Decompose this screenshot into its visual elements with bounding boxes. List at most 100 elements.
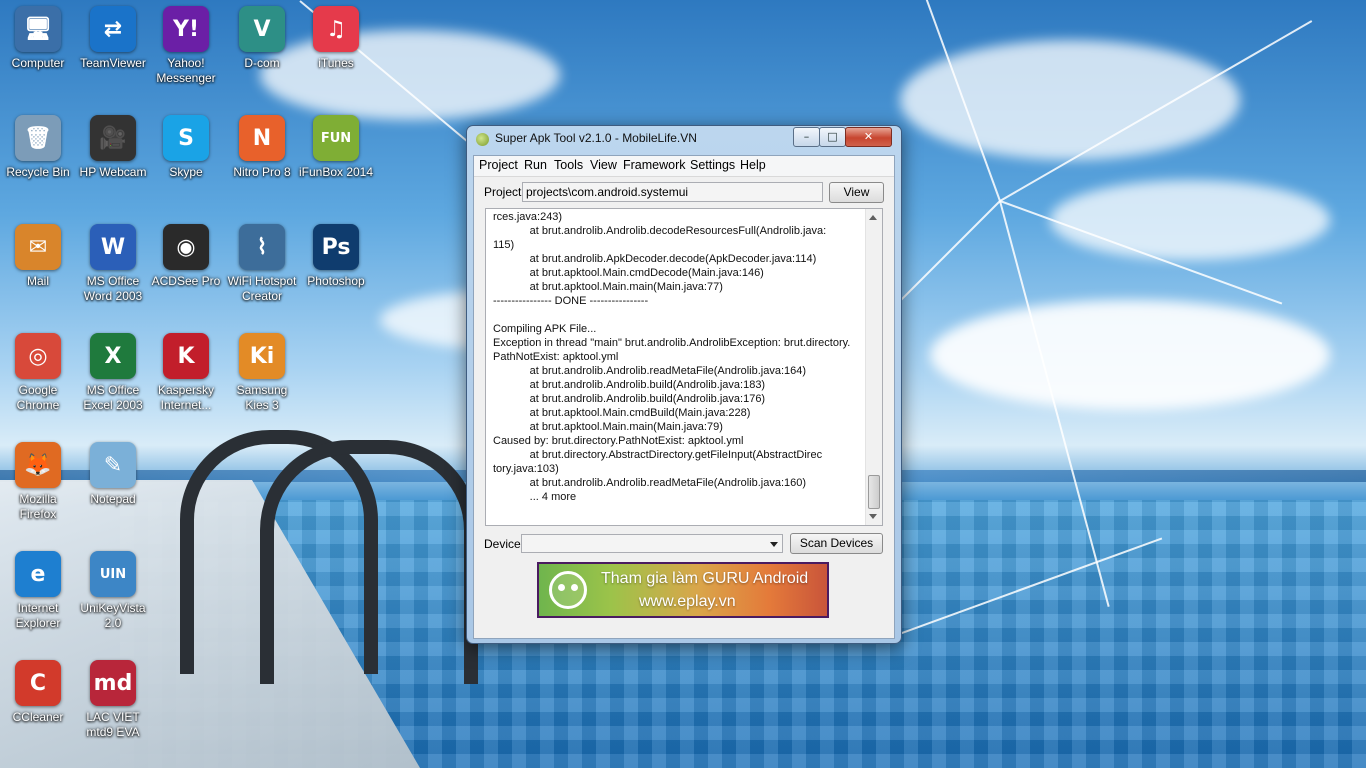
log-line: at brut.apktool.Main.cmdBuild(Main.java:…: [493, 407, 751, 419]
menu-project[interactable]: Project: [479, 158, 518, 172]
maximize-button[interactable]: □: [819, 127, 846, 147]
desktop-icon[interactable]: C CCleaner: [0, 660, 76, 725]
device-select[interactable]: [521, 534, 783, 553]
banner-headline: Tham gia làm GURU Android: [601, 570, 809, 587]
desktop-icon[interactable]: V D-com: [224, 6, 300, 71]
log-line: at brut.androlib.Androlib.build(Androlib…: [493, 379, 766, 391]
excel-icon: X: [90, 333, 136, 379]
android-mascot-icon: [549, 571, 587, 609]
log-line: at brut.androlib.Androlib.readMetaFile(A…: [493, 477, 807, 489]
desktop-icon[interactable]: e Internet Explorer: [0, 551, 76, 631]
desktop-icon-label: Nitro Pro 8: [233, 165, 291, 179]
desktop-icon-label: Google Chrome: [16, 383, 60, 412]
device-label: Device: [484, 537, 521, 551]
desktop-icon-label: Computer: [11, 56, 65, 70]
desktop-icon[interactable]: ◉ ACDSee Pro: [148, 224, 224, 289]
desktop-icon[interactable]: md LAC VIET mtd9 EVA: [75, 660, 151, 740]
app-icon: [476, 133, 489, 146]
desktop-icon[interactable]: 🦊 Mozilla Firefox: [0, 442, 76, 522]
desktop-icon-label: MS Office Excel 2003: [83, 383, 143, 412]
desktop-icon[interactable]: Ki Samsung Kies 3: [224, 333, 300, 413]
scroll-up-icon[interactable]: [869, 215, 877, 220]
desktop-icon-label: Internet Explorer: [15, 601, 61, 630]
desktop-icon-label: Skype: [169, 165, 203, 179]
desktop-icon[interactable]: 🖥 Computer: [0, 6, 76, 71]
itunes-icon: ♫: [313, 6, 359, 52]
menu-help[interactable]: Help: [740, 158, 766, 172]
menu-framework[interactable]: Framework: [623, 158, 686, 172]
window-title: Super Apk Tool v2.1.0 - MobileLife.VN: [495, 131, 697, 145]
skype-icon: S: [163, 115, 209, 161]
desktop-icon[interactable]: N Nitro Pro 8: [224, 115, 300, 180]
project-path-field[interactable]: projects\com.android.systemui: [522, 182, 823, 202]
teamviewer-icon: ⇄: [90, 6, 136, 52]
log-line: at brut.apktool.Main.main(Main.java:79): [493, 421, 723, 433]
desktop-icon-label: D-com: [244, 56, 280, 70]
log-line: Caused by: brut.directory.PathNotExist: …: [493, 435, 744, 447]
word-icon: W: [90, 224, 136, 270]
desktop-icon[interactable]: 🗑 Recycle Bin: [0, 115, 76, 180]
log-line: at brut.androlib.Androlib.readMetaFile(A…: [493, 365, 807, 377]
desktop-icon[interactable]: 🎥 HP Webcam: [75, 115, 151, 180]
scroll-down-icon[interactable]: [869, 514, 877, 519]
menu-run[interactable]: Run: [524, 158, 547, 172]
ccleaner-icon: C: [15, 660, 61, 706]
window-titlebar[interactable]: Super Apk Tool v2.1.0 - MobileLife.VN – …: [467, 126, 901, 152]
kies-icon: Ki: [239, 333, 285, 379]
chevron-down-icon: [770, 542, 778, 547]
desktop-icon[interactable]: Ps Photoshop: [298, 224, 374, 289]
log-line: at brut.apktool.Main.main(Main.java:77): [493, 281, 723, 293]
desktop-icon[interactable]: X MS Office Excel 2003: [75, 333, 151, 413]
wifi-hotspot-icon: ⌇: [239, 224, 285, 270]
desktop-icon[interactable]: Y! Yahoo! Messenger: [148, 6, 224, 86]
desktop-icon-label: Kaspersky Internet...: [157, 383, 215, 412]
log-line: ... 4 more: [493, 491, 577, 503]
desktop-icon-label: ACDSee Pro: [151, 274, 221, 288]
log-line: 115): [493, 239, 515, 251]
firefox-icon: 🦊: [15, 442, 61, 488]
advert-banner[interactable]: Tham gia làm GURU Android www.eplay.vn: [537, 562, 829, 618]
log-output[interactable]: rces.java:243) at brut.androlib.Androlib…: [485, 208, 883, 526]
log-scrollbar[interactable]: [865, 209, 882, 525]
menu-view[interactable]: View: [590, 158, 617, 172]
recycle-bin-icon: 🗑: [15, 115, 61, 161]
menu-settings[interactable]: Settings: [690, 158, 735, 172]
desktop-icon-label: Yahoo! Messenger: [156, 56, 216, 85]
desktop-icon[interactable]: ✎ Notepad: [75, 442, 151, 507]
desktop-icon[interactable]: ♫ iTunes: [298, 6, 374, 71]
desktop-icon[interactable]: ⇄ TeamViewer: [75, 6, 151, 71]
desktop-icon-label: MS Office Word 2003: [83, 274, 143, 303]
log-text: rces.java:243) at brut.androlib.Androlib…: [493, 210, 861, 504]
desktop-icon[interactable]: W MS Office Word 2003: [75, 224, 151, 304]
desktop-icon[interactable]: K Kaspersky Internet...: [148, 333, 224, 413]
computer-icon: 🖥: [15, 6, 61, 52]
desktop-icon[interactable]: ✉ Mail: [0, 224, 76, 289]
desktop-icon-label: iFunBox 2014: [298, 165, 374, 179]
desktop-icon-label: Mozilla Firefox: [19, 492, 57, 521]
desktop-icon[interactable]: S Skype: [148, 115, 224, 180]
banner-url: www.eplay.vn: [639, 593, 736, 610]
project-label: Project: [484, 185, 522, 199]
scan-devices-button[interactable]: Scan Devices: [790, 533, 883, 554]
desktop-icon-label: CCleaner: [12, 710, 64, 724]
chrome-icon: ◎: [15, 333, 61, 379]
scroll-thumb[interactable]: [868, 475, 880, 509]
desktop-icon[interactable]: UIN UniKeyVista 2.0: [75, 551, 151, 631]
dcom-icon: V: [239, 6, 285, 52]
photoshop-icon: Ps: [313, 224, 359, 270]
log-line: tory.java:103): [493, 463, 559, 475]
log-line: ---------------- DONE ----------------: [493, 295, 649, 307]
log-line: at brut.apktool.Main.cmdDecode(Main.java…: [493, 267, 764, 279]
desktop-icon-label: Photoshop: [307, 274, 365, 288]
desktop-icon[interactable]: FUN iFunBox 2014: [298, 115, 374, 180]
desktop-icon[interactable]: ⌇ WiFi Hotspot Creator: [224, 224, 300, 304]
nitro-icon: N: [239, 115, 285, 161]
menu-tools[interactable]: Tools: [554, 158, 583, 172]
menu-bar: Project Run Tools View Framework Setting…: [474, 156, 894, 177]
desktop-icon-label: WiFi Hotspot Creator: [227, 274, 297, 303]
desktop-icon[interactable]: ◎ Google Chrome: [0, 333, 76, 413]
minimize-button[interactable]: –: [793, 127, 820, 147]
view-button[interactable]: View: [829, 182, 884, 203]
close-button[interactable]: ✕: [845, 127, 892, 147]
